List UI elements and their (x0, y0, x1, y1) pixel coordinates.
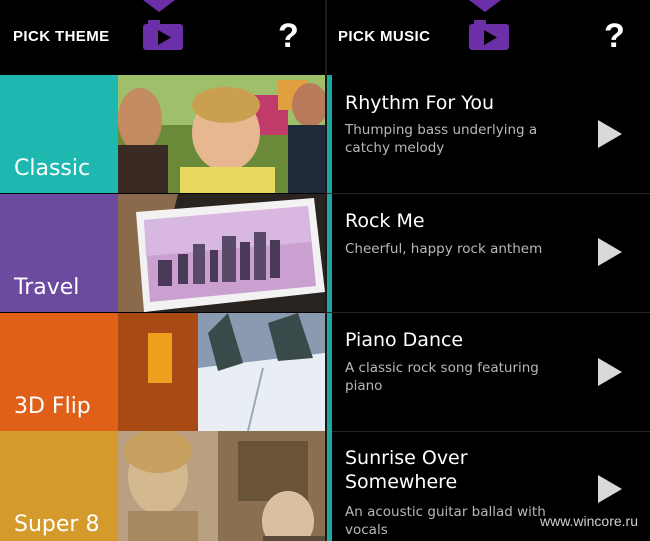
theme-label: 3D Flip (14, 394, 91, 419)
theme-tile: Super 8 (0, 431, 118, 541)
track-title: Rhythm For You (345, 92, 495, 114)
track-description: Thumping bass underlying a catchy melody (345, 122, 538, 156)
theme-item-classic[interactable]: Classic (0, 75, 325, 193)
track-description: An acoustic guitar ballad with vocals (345, 504, 546, 538)
theme-tile: 3D Flip (0, 313, 118, 431)
track-rhythm-for-you[interactable]: Rhythm For You Thumping bass underlying … (327, 75, 650, 194)
theme-tile: Classic (0, 75, 118, 193)
pick-music-panel: PICK MUSIC ? Rhythm For You Thumping bas… (327, 0, 650, 541)
theme-label: Super 8 (14, 512, 100, 537)
video-camera-icon[interactable] (469, 18, 509, 50)
track-description: Cheerful, happy rock anthem (345, 241, 543, 257)
track-piano-dance[interactable]: Piano Dance A classic rock song featurin… (327, 313, 650, 432)
selected-indicator (327, 431, 332, 541)
header-pointer (143, 0, 175, 12)
watermark: www.wincore.ru (539, 513, 638, 529)
track-rock-me[interactable]: Rock Me Cheerful, happy rock anthem (327, 194, 650, 313)
theme-item-travel[interactable]: Travel (0, 194, 325, 312)
page-title: PICK THEME (13, 28, 110, 45)
theme-item-super-8[interactable]: Super 8 (0, 431, 325, 541)
video-camera-icon[interactable] (143, 18, 183, 50)
city-skyline-photo-icon (118, 194, 325, 312)
play-icon[interactable] (598, 120, 622, 148)
selected-indicator (327, 313, 332, 431)
selected-indicator (327, 194, 332, 312)
help-button[interactable]: ? (278, 16, 299, 56)
pick-theme-panel: PICK THEME ? Classic Travel 3D Flip Supe… (0, 0, 325, 541)
selected-indicator (327, 75, 332, 193)
theme-item-3d-flip[interactable]: 3D Flip (0, 313, 325, 431)
page-title: PICK MUSIC (338, 28, 431, 45)
theme-label: Classic (14, 156, 91, 181)
play-icon[interactable] (598, 238, 622, 266)
music-header: PICK MUSIC ? (327, 0, 650, 74)
play-icon[interactable] (598, 358, 622, 386)
theme-header: PICK THEME ? (0, 0, 325, 74)
track-description: A classic rock song featuring piano (345, 360, 539, 394)
vintage-people-photo-icon (118, 431, 325, 541)
snowy-landscape-photo-icon (118, 313, 325, 431)
header-pointer (469, 0, 501, 12)
track-title: Sunrise Over Somewhere (345, 447, 468, 493)
play-icon[interactable] (598, 475, 622, 503)
track-title: Piano Dance (345, 329, 464, 351)
track-title: Rock Me (345, 210, 425, 232)
theme-tile: Travel (0, 194, 118, 312)
help-button[interactable]: ? (604, 16, 625, 56)
family-photo-icon (118, 75, 325, 193)
theme-label: Travel (14, 275, 80, 300)
